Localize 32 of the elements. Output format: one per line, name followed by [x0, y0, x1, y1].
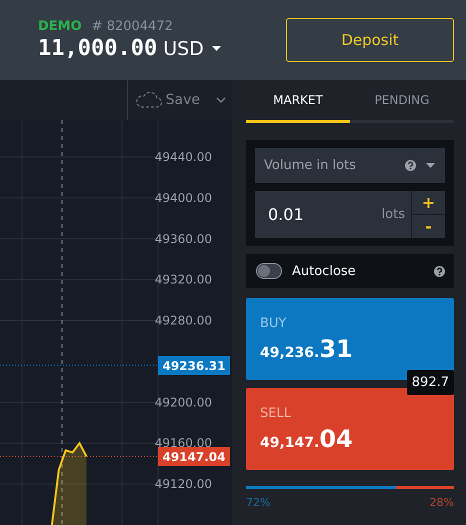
caret-icon	[212, 46, 221, 51]
account-mode: DEMO	[38, 19, 82, 34]
axis-label: 49440.00	[154, 150, 212, 164]
deposit-button[interactable]: Deposit	[286, 18, 454, 62]
axis-label: 49120.00	[154, 477, 212, 492]
help-icon[interactable]	[405, 160, 416, 171]
axis-label: 49320.00	[154, 272, 212, 287]
chevron-icon[interactable]	[216, 97, 226, 103]
price-badge: 49236.31	[158, 356, 230, 376]
price-badge: 49147.04	[158, 447, 230, 466]
account-number: # 82004472	[92, 19, 173, 34]
autoclose-label: Autoclose	[292, 264, 356, 278]
sell-button[interactable]: SELL 49,147.04	[246, 388, 454, 470]
help-icon[interactable]	[434, 266, 445, 276]
tab[interactable]: MARKET	[246, 80, 350, 123]
caret-icon	[426, 163, 435, 168]
sell-percent: 28%	[430, 496, 454, 509]
balance: 11,000.00	[38, 36, 158, 61]
spread-badge: 892.7	[406, 370, 454, 395]
cloud-icon	[136, 92, 162, 108]
volume-mode-dropdown[interactable]: Volume in lots	[255, 148, 445, 183]
autoclose-toggle[interactable]	[256, 263, 282, 279]
currency-dropdown[interactable]: USD	[163, 38, 221, 60]
volume-field[interactable]: 0.01 lots	[255, 191, 411, 238]
buy-percent: 72%	[246, 496, 270, 509]
axis-label: 49280.00	[154, 314, 212, 328]
tab[interactable]: PENDING	[350, 80, 454, 123]
axis-label: 49400.00	[154, 190, 212, 205]
decrease-button[interactable]: -	[412, 214, 445, 238]
axis-label: 49200.00	[154, 395, 212, 410]
axis-label: 49360.00	[154, 232, 212, 246]
increase-button[interactable]: +	[412, 191, 445, 214]
